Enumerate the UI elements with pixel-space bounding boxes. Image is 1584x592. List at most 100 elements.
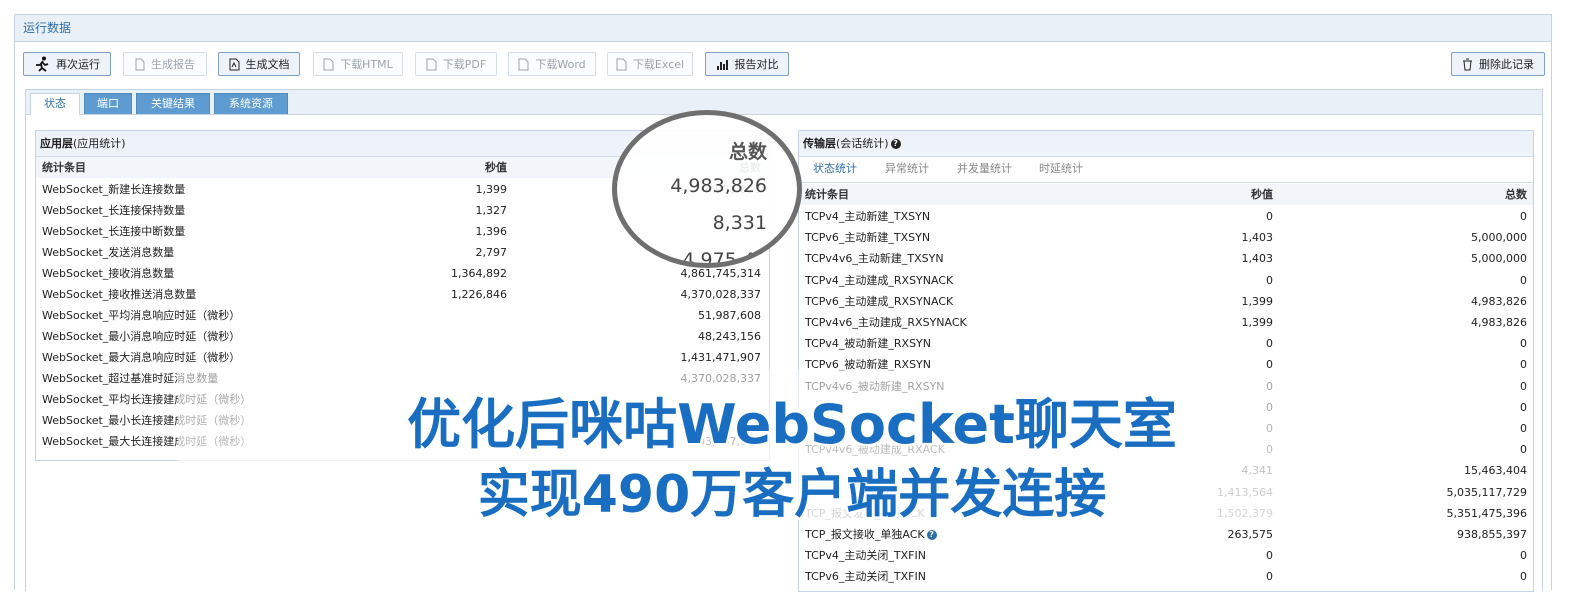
row-rate: 1,403 <box>1241 231 1274 245</box>
transport-subtabs: 状态统计 异常统计 并发量统计 时延统计 <box>799 156 1533 183</box>
rerun-button[interactable]: 再次运行 <box>23 52 111 76</box>
row-name: WebSocket_长连接中断数量 <box>42 225 186 238</box>
row-total: 0 <box>1520 337 1527 351</box>
row-name: WebSocket_接收推送消息数量 <box>42 288 197 301</box>
running-man-icon <box>36 56 49 72</box>
row-total: 4,983,826 <box>1471 294 1527 308</box>
transport-layer-title: 传输层(会话统计)? <box>799 131 1533 157</box>
zoom-value-1: 4,983,826 <box>670 175 767 197</box>
row-name: TCPv4_主动关闭_TXFIN <box>805 549 926 563</box>
row-total: 0 <box>1520 549 1527 563</box>
row-name: TCPv4_主动建成_RXSYNACK <box>805 273 954 287</box>
row-rate: 2,797 <box>475 246 508 259</box>
main-tabbar: 状态 端口 关键结果 系统资源 <box>26 90 1542 115</box>
zoom-total-header: 总数 <box>728 141 767 163</box>
panel-title: 运行数据 <box>15 15 1551 42</box>
download-pdf-button[interactable]: 下载PDF <box>415 52 497 76</box>
pdf-document-icon <box>229 58 239 70</box>
trash-icon <box>1463 58 1472 70</box>
row-name: TCPv4v6_主动新建_TXSYN <box>805 252 944 266</box>
caption-line-1: 优化后咪咕WebSocket聊天室 <box>407 393 1177 456</box>
pdf-file-icon <box>426 58 437 70</box>
table-row: TCPv6_主动关闭_TXFIN 0 0 <box>799 566 1533 587</box>
row-rate: 1,327 <box>475 204 508 217</box>
subtab-latency-stats[interactable]: 时延统计 <box>1039 156 1083 182</box>
row-name: WebSocket_平均消息响应时延（微秒） <box>42 309 241 322</box>
row-name: WebSocket_新建长连接数量 <box>42 183 186 196</box>
table-row: TCPv4_被动新建_RXSYN 0 0 <box>799 333 1533 354</box>
row-name: WebSocket_最小消息响应时延（微秒） <box>42 330 241 343</box>
table-row: WebSocket_平均消息响应时延（微秒） 51,987,608 <box>36 305 769 326</box>
tab-ports[interactable]: 端口 <box>84 93 132 114</box>
zoom-magnifier: 总数 4,983,826 8,331 4,975,49 <box>612 110 802 268</box>
row-rate: 0 <box>1266 210 1273 223</box>
subtab-status-stats[interactable]: 状态统计 <box>813 156 857 182</box>
row-name: WebSocket_最大消息响应时延（微秒） <box>42 351 241 364</box>
row-total: 5,000,000 <box>1471 252 1527 266</box>
row-rate: 0 <box>1266 570 1273 584</box>
table-row: WebSocket_最小消息响应时延（微秒） 48,243,156 <box>36 326 769 347</box>
tab-status[interactable]: 状态 <box>30 93 80 115</box>
row-total: 1,431,471,907 <box>680 351 761 364</box>
row-total: 0 <box>1520 570 1527 584</box>
row-name: WebSocket_发送消息数量 <box>42 246 175 259</box>
row-total: 4,983,826 <box>1471 316 1527 329</box>
row-name: TCPv4v6_主动建成_RXSYNACK <box>805 316 967 329</box>
report-compare-button[interactable]: 报告对比 <box>705 52 789 76</box>
row-rate: 1,396 <box>475 225 508 238</box>
table-row: TCPv4_主动关闭_TXFIN 0 0 <box>799 545 1533 566</box>
row-rate: 263,575 <box>1227 528 1274 541</box>
row-total: 48,243,156 <box>698 330 761 343</box>
row-rate: 1,399 <box>475 183 508 196</box>
zoom-value-2: 8,331 <box>712 212 767 234</box>
help-icon[interactable]: ? <box>890 139 901 149</box>
caption-line-2: 实现490万客户端并发连接 <box>477 465 1107 525</box>
row-rate: 0 <box>1266 549 1273 563</box>
excel-file-icon <box>616 58 627 70</box>
row-rate: 1,399 <box>1241 294 1274 308</box>
table-row: TCPv4v6_主动新建_TXSYN 1,403 5,000,000 <box>799 248 1533 269</box>
download-word-button[interactable]: 下载Word <box>508 52 596 76</box>
row-rate: 1,364,892 <box>451 267 507 280</box>
row-total: 0 <box>1520 210 1527 223</box>
row-total: 0 <box>1520 273 1527 287</box>
row-total: 938,855,397 <box>1457 528 1527 541</box>
row-name: TCPv6_主动关闭_TXFIN <box>805 570 926 584</box>
row-name: WebSocket_接收消息数量 <box>42 267 175 280</box>
row-total: 5,000,000 <box>1471 231 1527 245</box>
transport-table-header: 统计条目 秒值 总数 <box>799 184 1533 205</box>
table-row: TCPv4v6_主动建成_RXSYNACK 1,399 4,983,826 <box>799 312 1533 333</box>
subtab-concurrency-stats[interactable]: 并发量统计 <box>957 156 1012 182</box>
row-total: 0 <box>1520 358 1527 372</box>
row-rate: 1,226,846 <box>451 288 507 301</box>
download-html-button[interactable]: 下载HTML <box>313 52 403 76</box>
document-icon <box>135 58 145 70</box>
row-name: TCPv6_主动新建_TXSYN <box>805 231 931 245</box>
row-name: WebSocket_长连接保持数量 <box>42 204 186 217</box>
row-rate: 1,403 <box>1241 252 1274 266</box>
generate-report-button[interactable]: 生成报告 <box>123 52 207 76</box>
row-name: TCP_报文接收_单独ACK? <box>805 524 937 545</box>
row-name: TCPv4_被动新建_RXSYN <box>805 337 932 351</box>
row-total: 4,370,028,337 <box>680 288 761 301</box>
table-row: WebSocket_接收推送消息数量 1,226,846 4,370,028,337 <box>36 284 769 305</box>
tab-system-resources[interactable]: 系统资源 <box>214 93 288 114</box>
help-icon[interactable]: ? <box>926 530 937 540</box>
row-rate: 0 <box>1266 337 1273 351</box>
row-name: TCPv6_主动建成_RXSYNACK <box>805 294 954 308</box>
table-row: TCP_报文接收_单独ACK? 263,575 938,855,397 <box>799 524 1533 545</box>
row-rate: 1,399 <box>1241 316 1274 329</box>
subtab-exception-stats[interactable]: 异常统计 <box>885 156 929 182</box>
download-excel-button[interactable]: 下载Excel <box>607 52 693 76</box>
delete-record-button[interactable]: 删除此记录 <box>1451 52 1545 76</box>
word-file-icon <box>518 58 529 70</box>
table-row: TCPv4_主动新建_TXSYN 0 0 <box>799 206 1533 227</box>
table-row: WebSocket_最大消息响应时延（微秒） 1,431,471,907 <box>36 347 769 368</box>
row-total: 51,987,608 <box>698 309 761 322</box>
html-file-icon <box>323 58 334 70</box>
table-row: TCPv6_主动建成_RXSYNACK 1,399 4,983,826 <box>799 291 1533 312</box>
tab-key-results[interactable]: 关键结果 <box>136 93 210 114</box>
table-row: WebSocket_接收消息数量 1,364,892 4,861,745,314 <box>36 263 769 284</box>
row-rate: 0 <box>1266 273 1273 287</box>
generate-doc-button[interactable]: 生成文档 <box>218 52 300 76</box>
